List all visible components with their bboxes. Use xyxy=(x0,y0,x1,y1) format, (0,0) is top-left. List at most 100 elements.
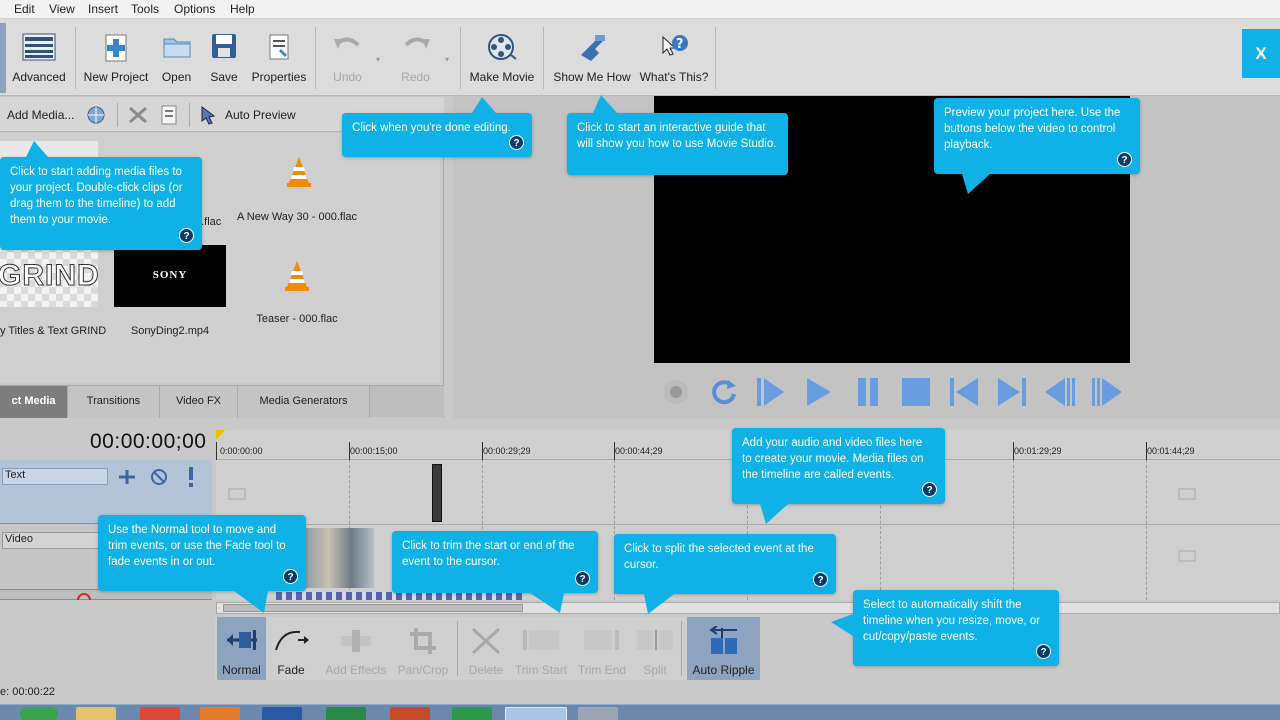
go-to-start-icon[interactable] xyxy=(948,374,980,410)
taskbar-firefox-icon[interactable] xyxy=(200,707,240,720)
pan-crop-label: Pan/Crop xyxy=(397,663,449,677)
help-icon[interactable]: ? xyxy=(1036,644,1051,659)
tab-video-fx[interactable]: Video FX xyxy=(160,386,238,418)
help-icon[interactable]: ? xyxy=(179,228,194,243)
mode-toggle[interactable] xyxy=(0,23,6,93)
tab-project-media[interactable]: ct Media xyxy=(0,386,68,418)
taskbar-explorer-icon[interactable] xyxy=(76,707,116,720)
play-from-start-icon[interactable] xyxy=(754,374,786,410)
track-name[interactable]: Text xyxy=(2,468,108,485)
trim-end-button[interactable]: Trim End xyxy=(573,617,631,680)
delete-icon[interactable] xyxy=(128,106,148,124)
track-motion-icon[interactable] xyxy=(117,468,137,486)
media-item[interactable]: A New Way 30 - 000.flac xyxy=(232,153,362,243)
callout-pointer xyxy=(234,591,268,613)
show-me-how-label: Show Me How xyxy=(553,70,631,84)
media-item[interactable]: GRIND y Titles & Text GRIND xyxy=(0,245,106,337)
menu-options[interactable]: Options xyxy=(174,2,215,16)
menu-view[interactable]: View xyxy=(49,2,75,16)
callout-pointer xyxy=(962,174,990,194)
split-button[interactable]: Split xyxy=(633,617,677,680)
help-icon[interactable]: ? xyxy=(575,571,590,586)
separator xyxy=(117,103,118,127)
make-movie-button[interactable]: Make Movie xyxy=(465,19,539,96)
menu-tools[interactable]: Tools xyxy=(131,2,159,16)
advanced-button[interactable]: Advanced xyxy=(8,19,70,96)
pause-icon[interactable] xyxy=(853,374,883,410)
media-item[interactable]: Teaser - 000.flac xyxy=(244,257,350,337)
timeline-scrollbar[interactable] xyxy=(216,602,1280,614)
callout-pointer xyxy=(530,593,564,613)
undo-dropdown-icon[interactable]: ▾ xyxy=(376,55,380,64)
start-button[interactable] xyxy=(20,707,58,720)
record-arm-icon[interactable] xyxy=(76,592,92,600)
thumb-logo-text: SONY xyxy=(152,269,188,281)
trim-end-label: Trim End xyxy=(577,663,627,677)
tab-transitions[interactable]: Transitions xyxy=(68,386,160,418)
stop-icon[interactable] xyxy=(900,374,932,410)
menu-help[interactable]: Help xyxy=(230,2,255,16)
track-header-audio[interactable] xyxy=(0,590,212,600)
pointing-hand-icon xyxy=(581,35,605,61)
play-icon[interactable] xyxy=(803,374,835,410)
whats-this-button[interactable]: ? What's This? xyxy=(638,19,710,96)
cursor-marker-icon[interactable] xyxy=(216,430,226,442)
placeholder-icon xyxy=(1178,488,1196,500)
media-item[interactable]: SONY SonyDing2.mp4 xyxy=(114,245,226,337)
taskbar-movie-studio-icon[interactable] xyxy=(505,707,567,720)
loop-icon[interactable] xyxy=(708,374,740,410)
save-label: Save xyxy=(210,70,238,84)
callout-text: Select to automatically shift the timeli… xyxy=(863,599,1041,643)
show-me-how-button[interactable]: Show Me How xyxy=(548,19,636,96)
menu-edit[interactable]: Edit xyxy=(14,2,35,16)
taskbar-word-icon[interactable] xyxy=(262,707,302,720)
tab-media-generators[interactable]: Media Generators xyxy=(238,386,370,418)
save-button[interactable]: Save xyxy=(203,19,245,96)
audio-event[interactable] xyxy=(276,592,522,600)
trim-start-icon xyxy=(523,630,559,650)
close-button[interactable]: X xyxy=(1242,29,1280,78)
previous-frame-icon[interactable] xyxy=(1043,374,1077,410)
scrollbar-thumb[interactable] xyxy=(223,604,523,612)
fade-tool-button[interactable]: Fade xyxy=(267,617,315,680)
taskbar-excel-icon[interactable] xyxy=(326,707,366,720)
help-icon[interactable]: ? xyxy=(922,482,937,497)
redo-button[interactable]: Redo xyxy=(388,19,443,96)
help-icon[interactable]: ? xyxy=(283,569,298,584)
auto-ripple-button[interactable]: Auto Ripple xyxy=(687,617,760,680)
add-media-button[interactable]: Add Media... xyxy=(7,108,74,122)
track-name[interactable]: Video xyxy=(2,532,106,549)
trim-start-button[interactable]: Trim Start xyxy=(513,617,569,680)
text-event[interactable] xyxy=(432,464,442,522)
mute-icon[interactable] xyxy=(149,468,169,486)
delete-button[interactable]: Delete xyxy=(461,617,511,680)
auto-preview-label[interactable]: Auto Preview xyxy=(225,108,296,122)
globe-icon[interactable] xyxy=(87,106,107,124)
callout-auto-ripple: Select to automatically shift the timeli… xyxy=(831,590,1059,666)
menu-insert[interactable]: Insert xyxy=(88,2,118,16)
next-frame-icon[interactable] xyxy=(1090,374,1124,410)
properties-button[interactable]: Properties xyxy=(248,19,310,96)
taskbar-chrome-icon[interactable] xyxy=(140,707,180,720)
taskbar-publisher-icon[interactable] xyxy=(452,707,492,720)
open-button[interactable]: Open xyxy=(155,19,198,96)
add-effects-button[interactable]: Add Effects xyxy=(321,617,391,680)
new-project-button[interactable]: New Project xyxy=(80,19,152,96)
help-icon[interactable]: ? xyxy=(813,572,828,587)
properties-icon[interactable] xyxy=(160,104,180,126)
taskbar-powerpoint-icon[interactable] xyxy=(390,707,430,720)
video-event[interactable] xyxy=(306,528,374,588)
redo-dropdown-icon[interactable]: ▾ xyxy=(445,55,449,64)
taskbar-app-icon[interactable] xyxy=(578,707,618,720)
record-icon[interactable] xyxy=(662,374,690,410)
help-icon[interactable]: ? xyxy=(1117,152,1132,167)
solo-icon[interactable] xyxy=(185,466,197,488)
auto-preview-icon[interactable] xyxy=(200,105,216,125)
help-icon[interactable]: ? xyxy=(509,135,524,150)
toolbar-separator xyxy=(75,27,76,89)
go-to-end-icon[interactable] xyxy=(996,374,1028,410)
undo-button[interactable]: Undo xyxy=(320,19,375,96)
new-project-icon xyxy=(105,34,127,62)
normal-tool-button[interactable]: Normal xyxy=(217,617,266,680)
pan-crop-button[interactable]: Pan/Crop xyxy=(393,617,453,680)
